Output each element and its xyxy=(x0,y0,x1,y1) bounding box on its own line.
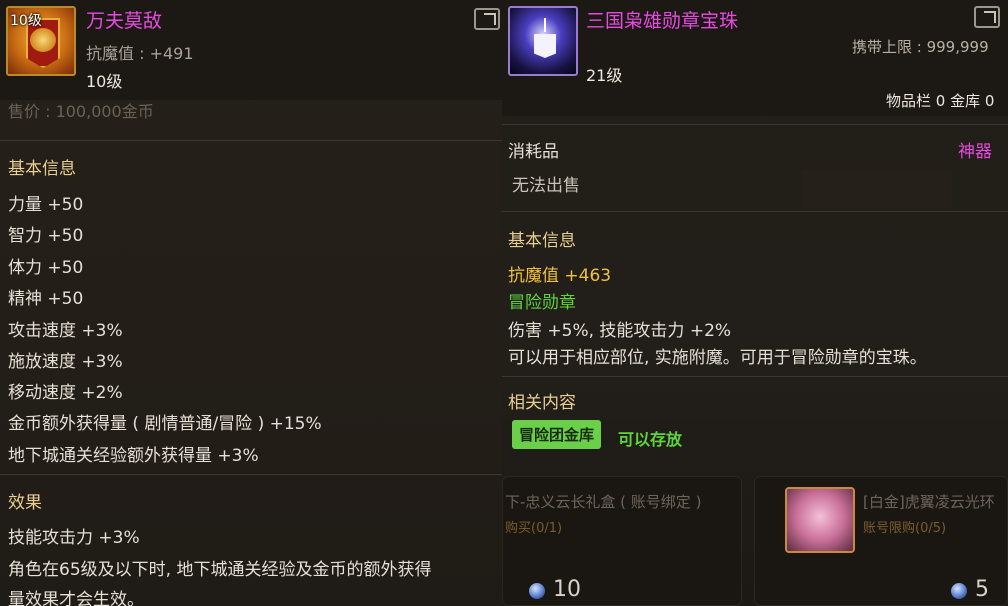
stat-line: 地下城通关经验额外获得量 +3% xyxy=(8,446,259,466)
item-name: 万夫莫敌 xyxy=(86,10,163,32)
medal-type: 冒险勋章 xyxy=(508,293,576,313)
sell-status: 无法出售 xyxy=(512,176,580,196)
guild-vault-button[interactable]: 冒险团金库 xyxy=(512,420,602,449)
item-icon-wanfumodi[interactable]: 10级 xyxy=(6,6,76,76)
gem-icon xyxy=(529,583,545,599)
divider xyxy=(502,211,1008,212)
flag-pole-icon xyxy=(544,18,546,32)
item-name: 三国枭雄勋章宝珠 xyxy=(586,10,739,32)
orb-item-icon[interactable] xyxy=(508,6,578,76)
section-related: 相关内容 xyxy=(508,393,576,413)
resist-value: 抗魔值 +463 xyxy=(508,266,612,286)
background-card xyxy=(802,170,952,208)
divider xyxy=(0,140,502,141)
stat-line: 金币额外获得量 ( 剧情普通/冒险 ) +15% xyxy=(8,414,322,434)
sell-price: 售价 : 100,000金币 xyxy=(8,102,154,121)
level-badge: 10级 xyxy=(10,13,42,29)
carry-limit: 携带上限 : 999,999 xyxy=(852,38,989,56)
card-price: 10 xyxy=(553,577,581,602)
divider xyxy=(0,474,502,475)
resist-value: 抗魔值 : +491 xyxy=(86,44,194,63)
card-subtitle: 账号限购(0/5) xyxy=(863,521,947,536)
divider xyxy=(502,124,1008,125)
card-price: 5 xyxy=(975,577,989,602)
stat-line: 施放速度 +3% xyxy=(8,352,123,372)
banner-flag-icon xyxy=(534,34,556,58)
stat-line: 体力 +50 xyxy=(8,258,84,278)
effect-line: 技能攻击力 +3% xyxy=(8,528,140,548)
item-level: 21级 xyxy=(586,66,623,85)
divider xyxy=(502,376,1008,377)
share-icon[interactable] xyxy=(474,8,500,30)
storage-count: 物品栏 0 金库 0 xyxy=(886,92,995,110)
stat-line: 伤害 +5%, 技能攻击力 +2% xyxy=(508,321,732,341)
section-basic-info: 基本信息 xyxy=(8,159,76,179)
gem-icon xyxy=(951,583,967,599)
storable-status: 可以存放 xyxy=(618,430,683,449)
left-item-tooltip: 10级 万夫莫敌 抗魔值 : +491 10级 售价 : 100,000金币 基… xyxy=(0,0,502,606)
stat-line: 攻击速度 +3% xyxy=(8,321,123,341)
item-level: 10级 xyxy=(86,72,123,91)
item-type: 消耗品 xyxy=(508,142,559,162)
rarity-label: 神器 xyxy=(958,142,992,162)
card-subtitle: 购买(0/1) xyxy=(505,521,563,536)
stat-line: 力量 +50 xyxy=(8,195,84,215)
shop-card[interactable]: 下-忠义云长礼盒 ( 账号绑定 ) 购买(0/1) 10 xyxy=(502,476,742,606)
stat-line: 智力 +50 xyxy=(8,226,84,246)
description: 可以用于相应部位, 实施附魔。可用于冒险勋章的宝珠。 xyxy=(508,348,927,368)
section-basic-info: 基本信息 xyxy=(508,231,576,251)
right-item-tooltip: 三国枭雄勋章宝珠 携带上限 : 999,999 21级 物品栏 0 金库 0 消… xyxy=(502,0,1008,606)
stat-line: 精神 +50 xyxy=(8,289,84,309)
share-icon[interactable] xyxy=(974,6,1000,28)
effect-line: 量效果才会生效。 xyxy=(8,590,144,606)
effect-line: 角色在65级及以下时, 地下城通关经验及金币的额外获得 xyxy=(8,560,432,580)
lion-emblem-icon xyxy=(30,28,56,52)
card-title: 下-忠义云长礼盒 ( 账号绑定 ) xyxy=(505,493,702,511)
stat-line: 移动速度 +2% xyxy=(8,383,123,403)
card-title: [白金]虎翼凌云光环 xyxy=(863,493,995,511)
section-effect: 效果 xyxy=(8,493,42,513)
shop-card[interactable]: [白金]虎翼凌云光环 账号限购(0/5) 5 xyxy=(754,476,1008,606)
card-thumbnail xyxy=(785,487,855,553)
